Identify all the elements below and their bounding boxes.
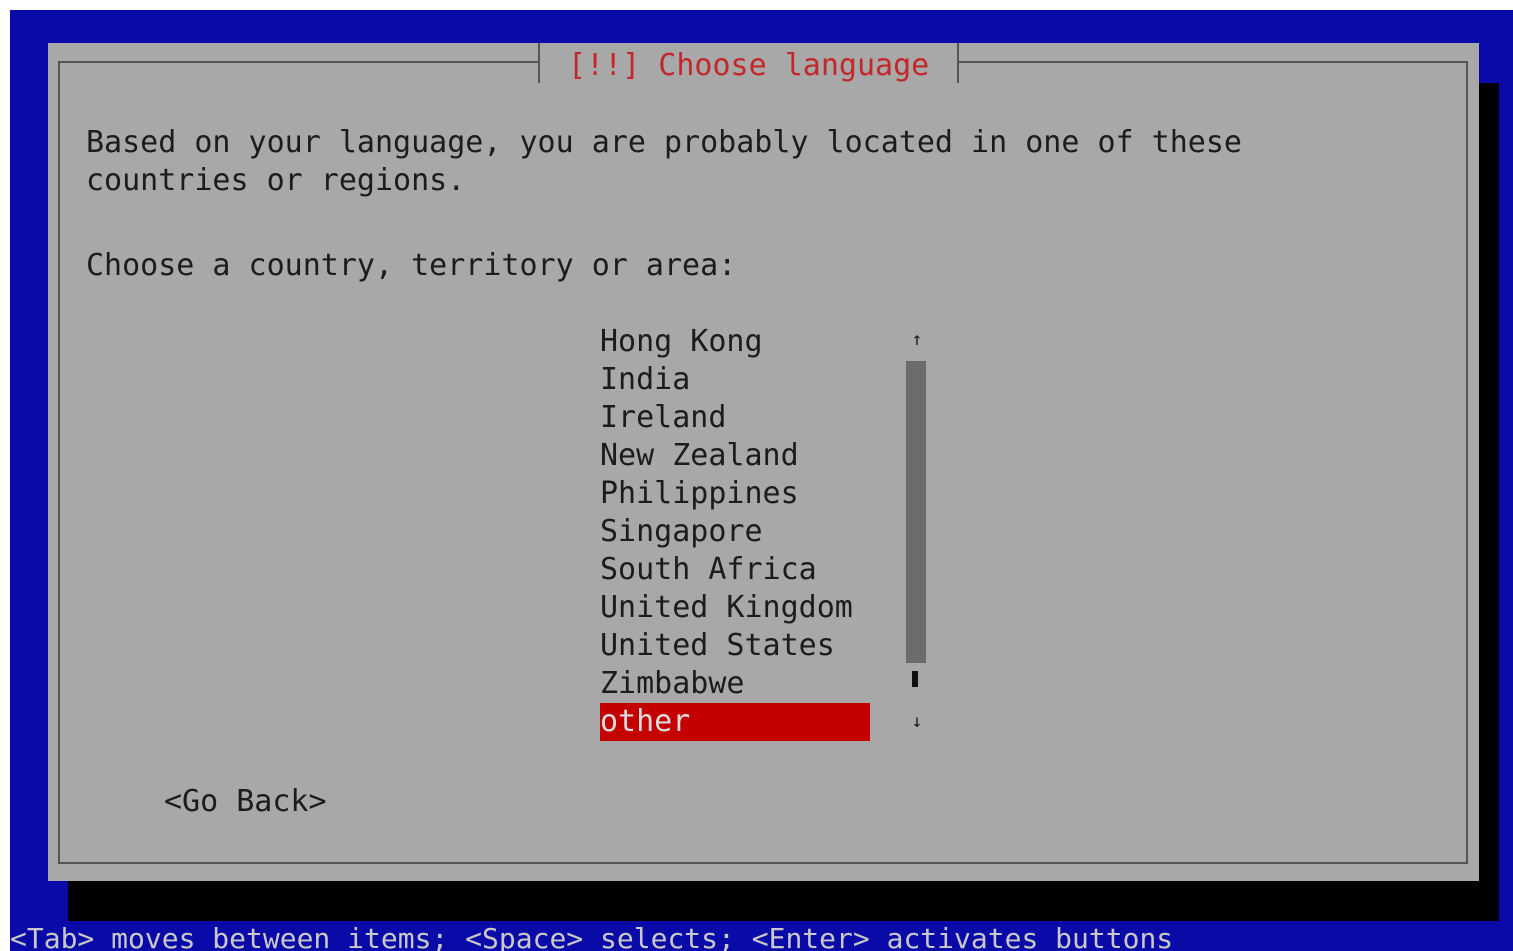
- list-item-united-kingdom[interactable]: United Kingdom: [600, 589, 870, 627]
- dialog-title: [!!] Choose language: [538, 43, 960, 83]
- prompt-line-1: Based on your language, you are probably…: [86, 125, 1242, 160]
- list-item-united-states[interactable]: United States: [600, 627, 870, 665]
- list-item-south-africa[interactable]: South Africa: [600, 551, 870, 589]
- question-label: Choose a country, territory or area:: [86, 248, 737, 283]
- country-list[interactable]: Hong Kong India Ireland New Zealand Phil…: [600, 323, 870, 741]
- scrollbar-thumb[interactable]: [912, 671, 918, 687]
- installer-screen: [!!] Choose language Based on your langu…: [10, 10, 1513, 951]
- scroll-down-arrow-icon[interactable]: ↓: [910, 712, 924, 732]
- go-back-button[interactable]: <Go Back>: [164, 783, 327, 821]
- list-item-philippines[interactable]: Philippines: [600, 475, 870, 513]
- list-item-new-zealand[interactable]: New Zealand: [600, 437, 870, 475]
- list-item-ireland[interactable]: Ireland: [600, 399, 870, 437]
- list-item-singapore[interactable]: Singapore: [600, 513, 870, 551]
- list-item-other[interactable]: other: [600, 703, 870, 741]
- list-item-india[interactable]: India: [600, 361, 870, 399]
- scroll-up-arrow-icon[interactable]: ↑: [910, 330, 924, 350]
- choose-language-dialog: [!!] Choose language Based on your langu…: [48, 43, 1479, 881]
- keyboard-hint: <Tab> moves between items; <Space> selec…: [10, 922, 1174, 951]
- prompt-line-2: countries or regions.: [86, 163, 466, 198]
- scrollbar-track[interactable]: [906, 361, 926, 663]
- prompt-text: Based on your language, you are probably…: [86, 124, 1242, 200]
- list-item-zimbabwe[interactable]: Zimbabwe: [600, 665, 870, 703]
- list-item-hong-kong[interactable]: Hong Kong: [600, 323, 870, 361]
